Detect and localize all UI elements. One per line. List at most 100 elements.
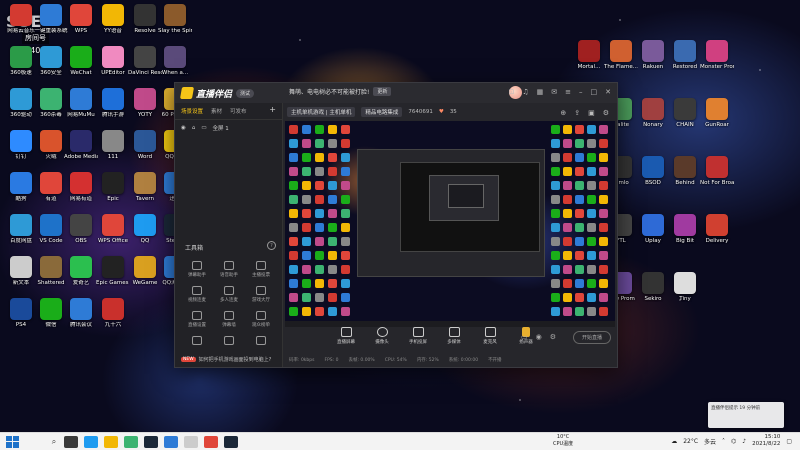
tray-temp[interactable]: 22°C xyxy=(683,438,698,445)
room-title[interactable]: 精品电路集成 xyxy=(361,107,403,117)
desktop-icon[interactable]: Slay the Spire xyxy=(158,4,192,34)
desktop-icon[interactable]: QQ xyxy=(128,214,162,244)
desktop-icon[interactable]: Sekiro xyxy=(636,272,670,302)
desktop-icon[interactable]: 网易云音乐 xyxy=(4,4,38,34)
tool-game[interactable]: 游戏大厅 xyxy=(245,286,277,303)
eye-icon[interactable]: ◉ xyxy=(536,333,542,341)
desktop-icon[interactable]: 酷狗 xyxy=(4,172,38,202)
tool-settings[interactable]: 直播设置 xyxy=(181,311,213,328)
scene-item[interactable]: ◉ ⌂ ▭ 全屏 1 xyxy=(175,120,282,136)
help-icon[interactable]: ? xyxy=(267,241,276,250)
cpu-temp-widget[interactable]: 10°C CPU温度 xyxy=(553,434,573,448)
desktop-icon[interactable]: 360驱动 xyxy=(4,88,38,118)
notice-button[interactable]: 更新 xyxy=(373,87,392,96)
desktop-icon[interactable]: GunRoar xyxy=(700,98,734,128)
maximize-icon[interactable]: □ xyxy=(591,88,598,96)
desktop-icon[interactable]: 百度网盘 xyxy=(4,214,38,244)
tool-more-1[interactable] xyxy=(181,336,213,347)
desktop-icon[interactable]: Resolve xyxy=(128,4,162,34)
desktop-icon[interactable]: 微信 xyxy=(34,298,68,328)
tab-scene[interactable]: 场景设置 xyxy=(181,107,203,115)
share-icon[interactable]: ⇪ xyxy=(574,109,580,117)
desktop-icon[interactable]: Nonary xyxy=(636,98,670,128)
desktop-icon[interactable]: 钉钉 xyxy=(4,130,38,160)
desktop-icon[interactable]: CHAIN xyxy=(668,98,702,128)
app-icon[interactable] xyxy=(164,435,178,448)
desktop-icon[interactable]: 一键重装系统 xyxy=(34,4,68,34)
desktop-icon[interactable]: When a... xyxy=(158,46,192,76)
desktop-icon[interactable]: Adobe Media xyxy=(64,130,98,160)
tool-more-2[interactable] xyxy=(213,336,245,347)
tool-link[interactable]: 视频连麦 xyxy=(181,286,213,303)
taskview-icon[interactable] xyxy=(64,435,78,448)
desktop-icon[interactable]: Epic Games Launcher xyxy=(96,256,130,286)
desktop-icon[interactable]: Restored xyxy=(668,40,702,70)
desktop-icon[interactable]: Big Bit xyxy=(668,214,702,244)
stream-preview[interactable] xyxy=(285,121,615,321)
minimize-icon[interactable]: – xyxy=(579,88,583,96)
tool-danmu[interactable]: 弹幕墙 xyxy=(213,311,245,328)
media-button[interactable]: 多媒体 xyxy=(443,327,465,345)
desktop-icon[interactable]: 火绒 xyxy=(34,130,68,160)
mail-icon[interactable]: ✉ xyxy=(551,88,557,96)
desktop-icon[interactable]: 111 xyxy=(96,130,130,160)
netease-icon[interactable] xyxy=(204,435,218,448)
desktop-icon[interactable]: Tavern xyxy=(128,172,162,202)
desktop-icon[interactable]: DaVinci Resolve xyxy=(128,46,162,76)
volume-icon[interactable]: ♪ xyxy=(742,438,746,445)
desktop-icon[interactable]: Epic xyxy=(96,172,130,202)
bell-icon[interactable]: ♫ xyxy=(522,88,528,96)
desktop-icon[interactable]: Not For Broadcast xyxy=(700,156,734,186)
tool-vote[interactable]: 主播投票 xyxy=(245,261,277,278)
desktop-icon[interactable]: Rakuen xyxy=(636,40,670,70)
explorer-icon[interactable] xyxy=(104,435,118,448)
chevron-up-icon[interactable]: ˄ xyxy=(722,438,725,445)
desktop-icon[interactable]: PS4 xyxy=(4,298,38,328)
desktop-icon[interactable]: YY语音 xyxy=(96,4,130,34)
settings-icon[interactable]: ⚙ xyxy=(603,109,609,117)
desktop-icon[interactable]: Tiny xyxy=(668,272,702,302)
microphone-button[interactable]: 麦克风 xyxy=(479,327,501,345)
desktop-icon[interactable]: VS Code xyxy=(34,214,68,244)
edge-icon[interactable] xyxy=(84,435,98,448)
browser-icon[interactable] xyxy=(124,435,138,448)
notification-toast[interactable]: 直播伴侣提示 19 分钟前 xyxy=(708,402,784,428)
tool-voice[interactable]: 语音助手 xyxy=(213,261,245,278)
desktop-icon[interactable]: 腾讯会议 xyxy=(64,298,98,328)
search-icon[interactable]: ⌕ xyxy=(47,436,61,448)
desktop-icon[interactable]: 九十六 xyxy=(96,298,130,328)
desktop-icon[interactable]: BSOD xyxy=(636,156,670,186)
desktop-icon[interactable]: The Flame... xyxy=(604,40,638,70)
layout-icon[interactable]: ▭ xyxy=(521,333,528,341)
desktop-icon[interactable]: YOTY xyxy=(128,88,162,118)
tray-weather[interactable]: 多云 xyxy=(704,437,716,446)
gift-icon[interactable]: ⊡ xyxy=(508,88,514,96)
desktop-icon[interactable]: Shattered xyxy=(34,256,68,286)
tool-more-3[interactable] xyxy=(245,336,277,347)
lock-icon[interactable]: ⊕ xyxy=(560,109,566,117)
desktop-icon[interactable]: Delivery xyxy=(700,214,734,244)
desktop-icon[interactable]: UPEditor xyxy=(96,46,130,76)
desktop-icon[interactable]: 网易MuMu xyxy=(64,88,98,118)
clock[interactable]: 15:10 2021/8/22 xyxy=(752,434,780,448)
live-companion-window[interactable]: 直播伴侣 测试 舞萌、电电树必不可能被打脸! 更新 ⊡ ♫ ▦ ✉ ≡ – □ ✕ 场景设置 … xyxy=(174,82,618,368)
desktop-icon[interactable]: 360杀毒 xyxy=(34,88,68,118)
tool-pk[interactable]: 多人连麦 xyxy=(213,286,245,303)
tab-voice[interactable]: 可发布 xyxy=(230,107,247,115)
add-scene-button[interactable]: + xyxy=(269,106,276,115)
desktop-icon[interactable]: 360极速 xyxy=(4,46,38,76)
desktop-icon[interactable]: WeGame xyxy=(128,256,162,286)
desktop-icon[interactable]: WeChat xyxy=(64,46,98,76)
start-button[interactable] xyxy=(6,435,20,448)
steam-icon[interactable] xyxy=(144,435,158,448)
shop-icon[interactable]: ▦ xyxy=(537,88,544,96)
network-icon[interactable]: ⌬ xyxy=(731,438,736,445)
camera-button[interactable]: 摄像头 xyxy=(371,327,393,345)
desktop-icon[interactable]: Monster Prom xyxy=(700,40,734,70)
desktop-icon[interactable]: Mortal... xyxy=(572,40,606,70)
desktop-icon[interactable]: WPS Office xyxy=(96,214,130,244)
desktop-icon[interactable]: 腾讯手游 xyxy=(96,88,130,118)
phone-screen-button[interactable]: 手机投屏 xyxy=(407,327,429,345)
eye-icon[interactable]: ◉ xyxy=(181,125,186,131)
desktop-icon[interactable]: 网易有道 xyxy=(64,172,98,202)
